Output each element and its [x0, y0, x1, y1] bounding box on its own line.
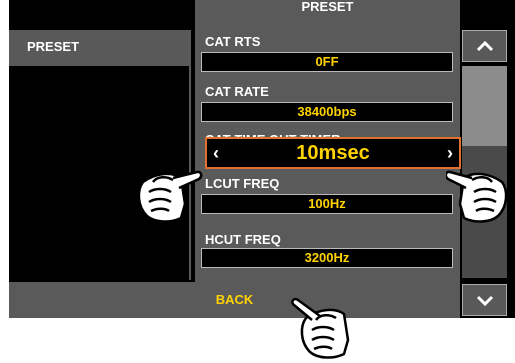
selected-setting-value[interactable]: ‹ 10msec ›	[205, 137, 461, 169]
display-screen: PRESET PRESET CAT RTS 0FF CAT RATE 38400…	[9, 0, 515, 318]
page-title: PRESET	[195, 0, 460, 14]
setting-label: HCUT FREQ	[205, 232, 281, 247]
pointing-hand-right-icon	[446, 170, 508, 223]
setting-value[interactable]: 100Hz	[201, 194, 453, 214]
setting-label: CAT RTS	[205, 34, 261, 49]
scroll-up-button[interactable]	[462, 30, 507, 62]
chevron-up-icon	[476, 40, 494, 52]
setting-value[interactable]: 3200Hz	[201, 248, 453, 268]
pointing-hand-left-icon	[137, 170, 203, 223]
setting-cat-rts[interactable]: CAT RTS 0FF	[195, 14, 460, 72]
setting-lcut-freq[interactable]: LCUT FREQ 100Hz	[195, 174, 460, 230]
setting-label: LCUT FREQ	[205, 176, 280, 191]
setting-value[interactable]: 38400bps	[201, 102, 453, 122]
setting-label: CAT RATE	[205, 84, 269, 99]
back-button[interactable]: BACK	[9, 282, 460, 318]
scrollbar-thumb[interactable]	[462, 66, 507, 146]
setting-value[interactable]: 0FF	[201, 52, 453, 72]
left-panel-title: PRESET	[27, 39, 80, 54]
left-panel: PRESET	[9, 30, 191, 280]
selected-value-text: 10msec	[296, 142, 370, 164]
decrease-arrow-icon[interactable]: ‹	[213, 139, 219, 167]
scroll-down-button[interactable]	[462, 284, 507, 316]
chevron-down-icon	[476, 295, 494, 307]
setting-hcut-freq[interactable]: HCUT FREQ 3200Hz	[195, 230, 460, 286]
pointing-hand-bottom-icon	[291, 297, 350, 359]
